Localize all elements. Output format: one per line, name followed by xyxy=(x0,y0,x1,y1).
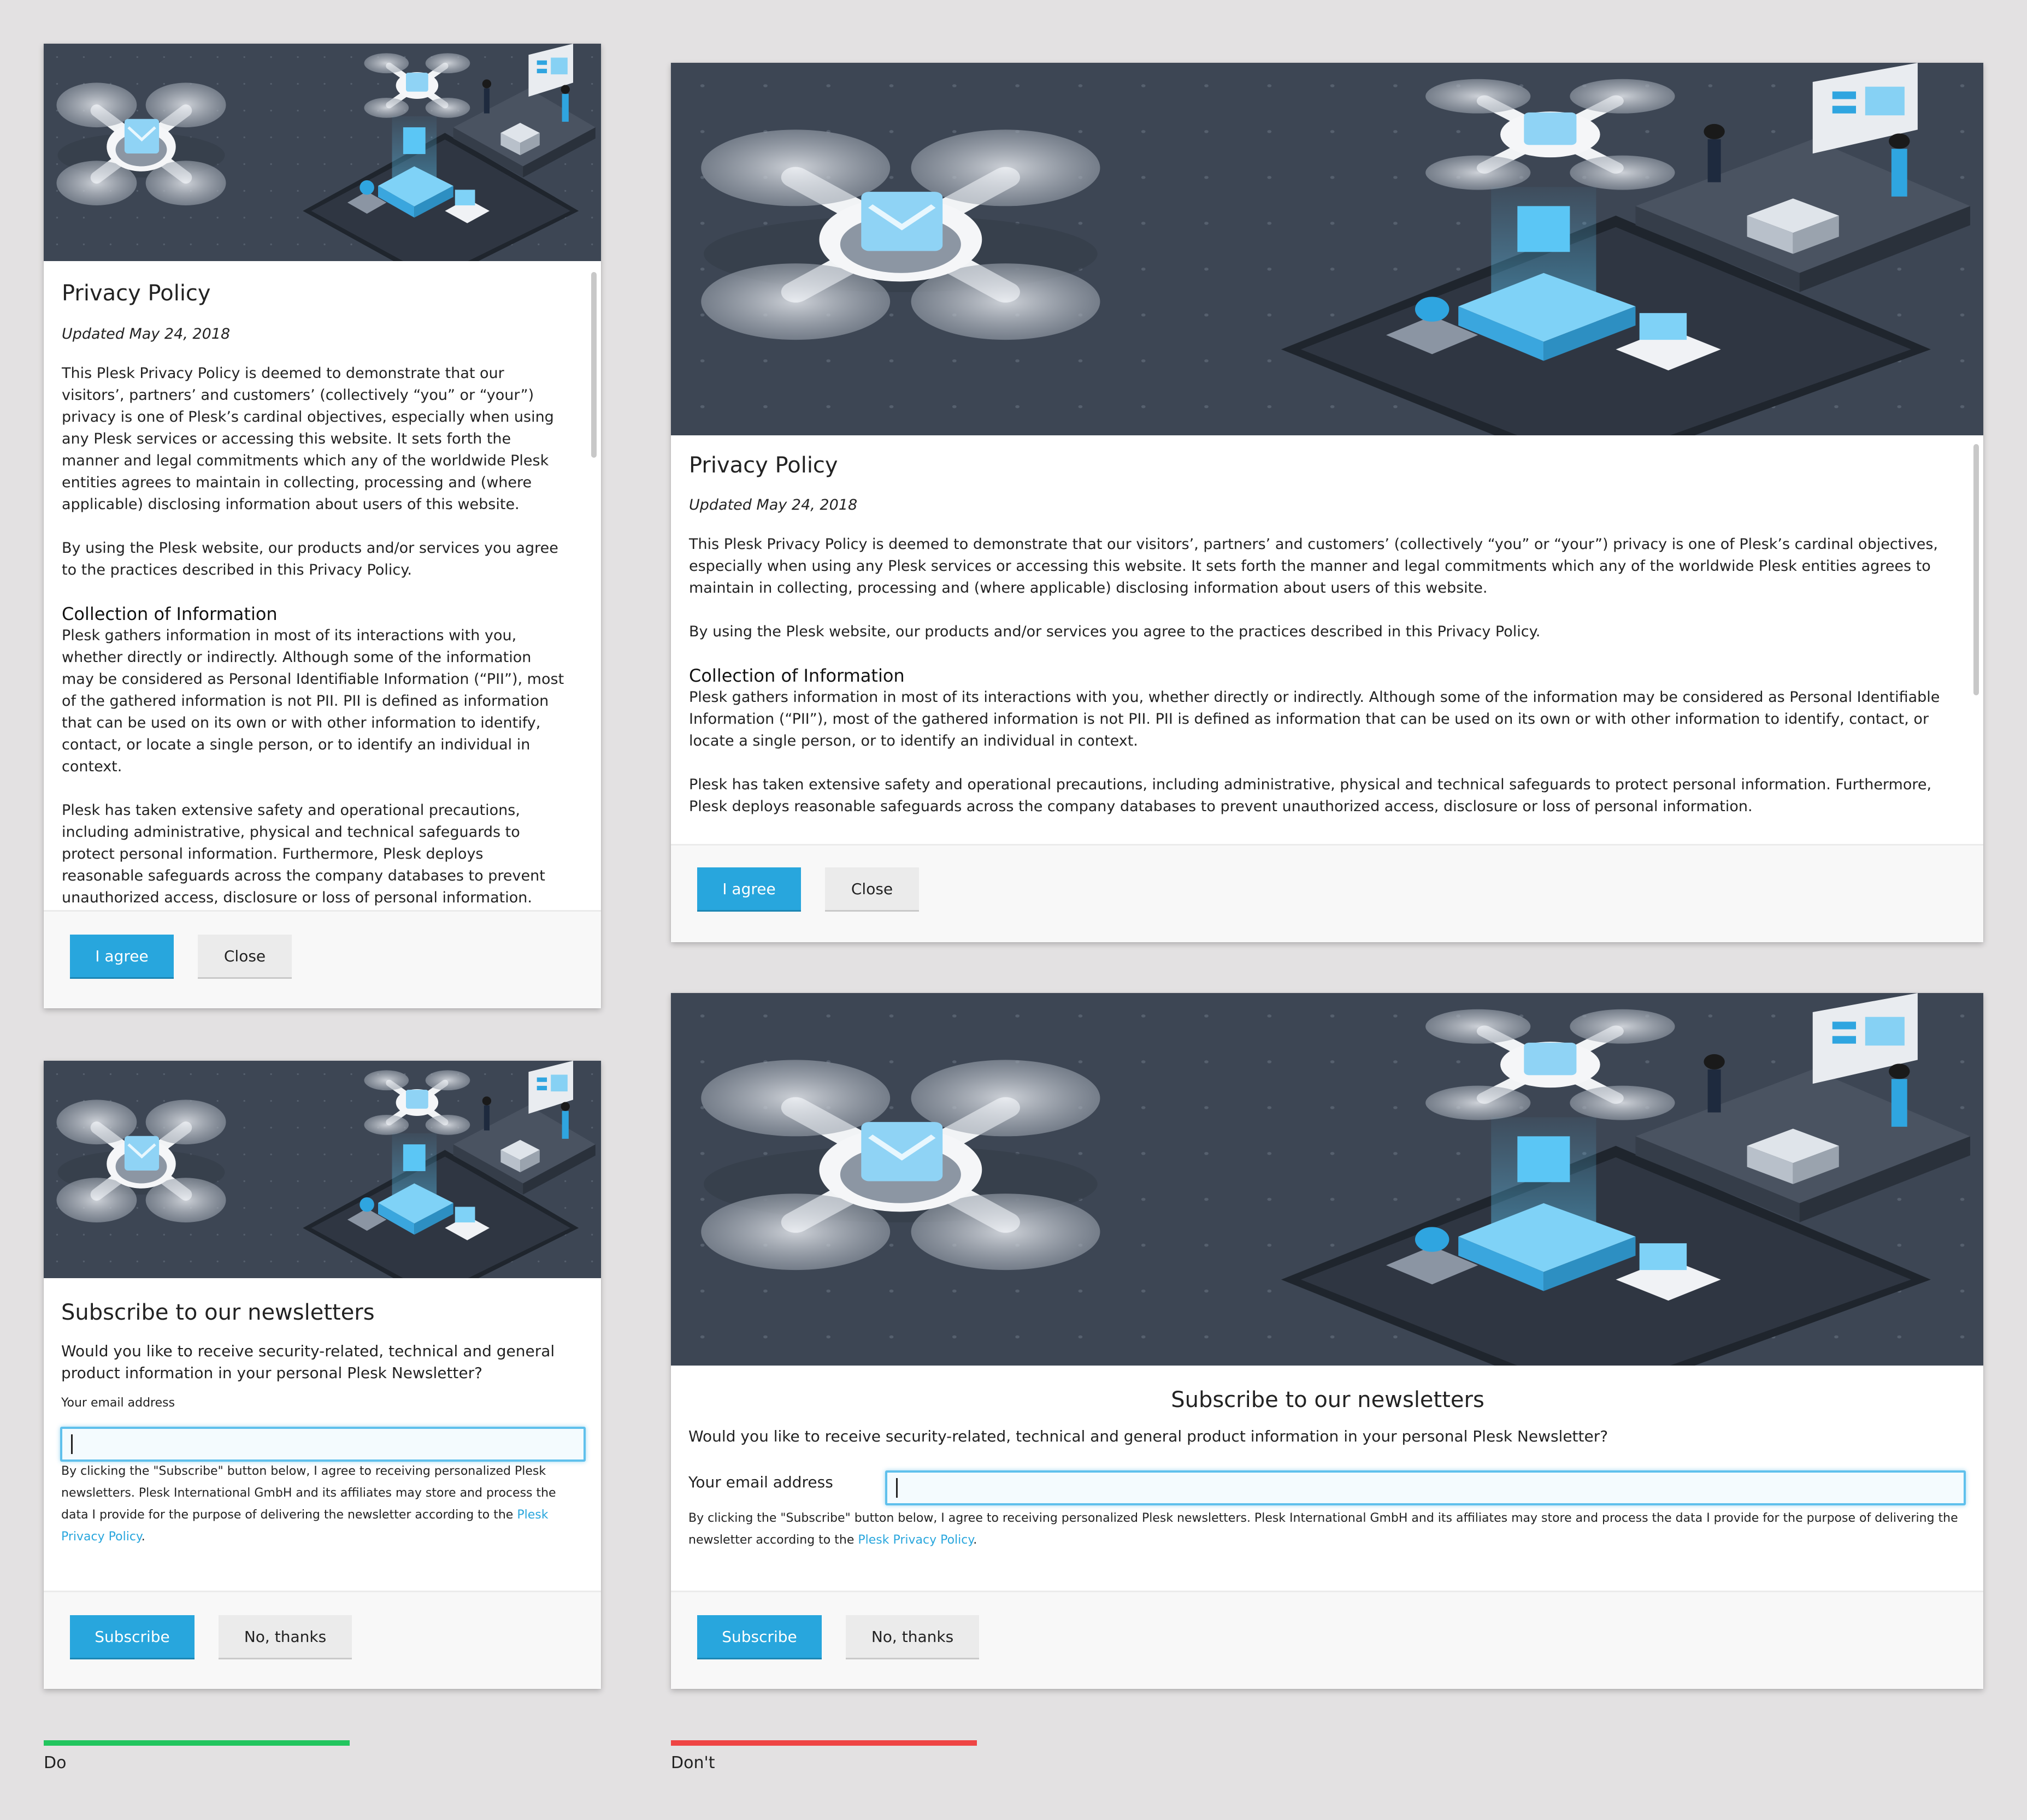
hero-illustration xyxy=(671,993,1983,1366)
section-title: Collection of Information xyxy=(62,604,278,624)
scrollbar[interactable] xyxy=(591,272,597,458)
agreement-paragraph: By using the Plesk website, our products… xyxy=(689,623,1541,640)
consent-text-end: . xyxy=(141,1530,145,1544)
privacy-dialog-small: Privacy Policy Updated May 24, 2018 This… xyxy=(44,44,601,1008)
dialog-footer: I agree Close xyxy=(671,844,1983,942)
scrollbar[interactable] xyxy=(1973,444,1979,695)
privacy-policy-link[interactable]: Plesk Privacy Policy xyxy=(858,1533,973,1547)
consent-text-end: . xyxy=(973,1533,977,1547)
updated-date: Updated May 24, 2018 xyxy=(689,497,858,513)
dialog-title: Subscribe to our newsletters xyxy=(61,1300,375,1325)
agree-button[interactable]: I agree xyxy=(70,935,174,977)
safeguards-paragraph: Plesk has taken extensive safety and ope… xyxy=(689,776,1932,815)
subscribe-button[interactable]: Subscribe xyxy=(70,1615,195,1658)
collection-paragraph: Plesk gathers information in most of its… xyxy=(62,627,564,775)
privacy-body[interactable]: Privacy Policy Updated May 24, 2018 This… xyxy=(671,435,1983,844)
email-label: Your email address xyxy=(61,1396,175,1410)
dont-indicator-bar xyxy=(671,1740,977,1746)
agreement-paragraph: By using the Plesk website, our products… xyxy=(62,540,558,578)
subscribe-button[interactable]: Subscribe xyxy=(697,1615,822,1658)
newsletter-dialog-wide: Subscribe to our newsletters Would you l… xyxy=(671,993,1983,1689)
hero-illustration xyxy=(671,63,1983,435)
agree-button[interactable]: I agree xyxy=(697,867,801,910)
hero-illustration xyxy=(44,44,601,261)
section-title: Collection of Information xyxy=(689,665,905,686)
dont-label: Don't xyxy=(671,1753,715,1772)
dialog-title: Privacy Policy xyxy=(62,281,211,306)
consent-text: By clicking the "Subscribe" button below… xyxy=(688,1508,1967,1551)
do-label: Do xyxy=(44,1753,67,1772)
text-caret xyxy=(71,1434,73,1454)
privacy-body[interactable]: Privacy Policy Updated May 24, 2018 This… xyxy=(44,261,601,910)
do-indicator-bar xyxy=(44,1740,350,1746)
email-field[interactable] xyxy=(60,1427,586,1462)
email-field[interactable] xyxy=(885,1470,1966,1505)
dialog-title: Subscribe to our newsletters xyxy=(1171,1387,1484,1413)
privacy-dialog-wide: Privacy Policy Updated May 24, 2018 This… xyxy=(671,63,1983,942)
no-thanks-button[interactable]: No, thanks xyxy=(846,1615,979,1658)
collection-paragraph: Plesk gathers information in most of its… xyxy=(689,689,1940,749)
dialog-footer: Subscribe No, thanks xyxy=(671,1591,1983,1689)
dialog-footer: I agree Close xyxy=(44,910,601,1008)
close-button[interactable]: Close xyxy=(198,935,292,977)
consent-text: By clicking the "Subscribe" button below… xyxy=(61,1461,585,1548)
safeguards-paragraph: Plesk has taken extensive safety and ope… xyxy=(62,802,545,906)
intro-paragraph: This Plesk Privacy Policy is deemed to d… xyxy=(689,536,1938,596)
newsletter-question: Would you like to receive security-relat… xyxy=(688,1427,1608,1445)
newsletter-question: Would you like to receive security-relat… xyxy=(61,1342,555,1382)
text-caret xyxy=(896,1478,898,1498)
close-button[interactable]: Close xyxy=(825,867,919,910)
intro-paragraph: This Plesk Privacy Policy is deemed to d… xyxy=(62,365,554,513)
dialog-footer: Subscribe No, thanks xyxy=(44,1591,601,1689)
no-thanks-button[interactable]: No, thanks xyxy=(219,1615,352,1658)
consent-text-body: By clicking the "Subscribe" button below… xyxy=(61,1464,556,1522)
newsletter-dialog-small: Subscribe to our newsletters Would you l… xyxy=(44,1061,601,1689)
updated-date: Updated May 24, 2018 xyxy=(62,326,231,342)
hero-illustration xyxy=(44,1061,601,1278)
dialog-title: Privacy Policy xyxy=(689,453,838,478)
